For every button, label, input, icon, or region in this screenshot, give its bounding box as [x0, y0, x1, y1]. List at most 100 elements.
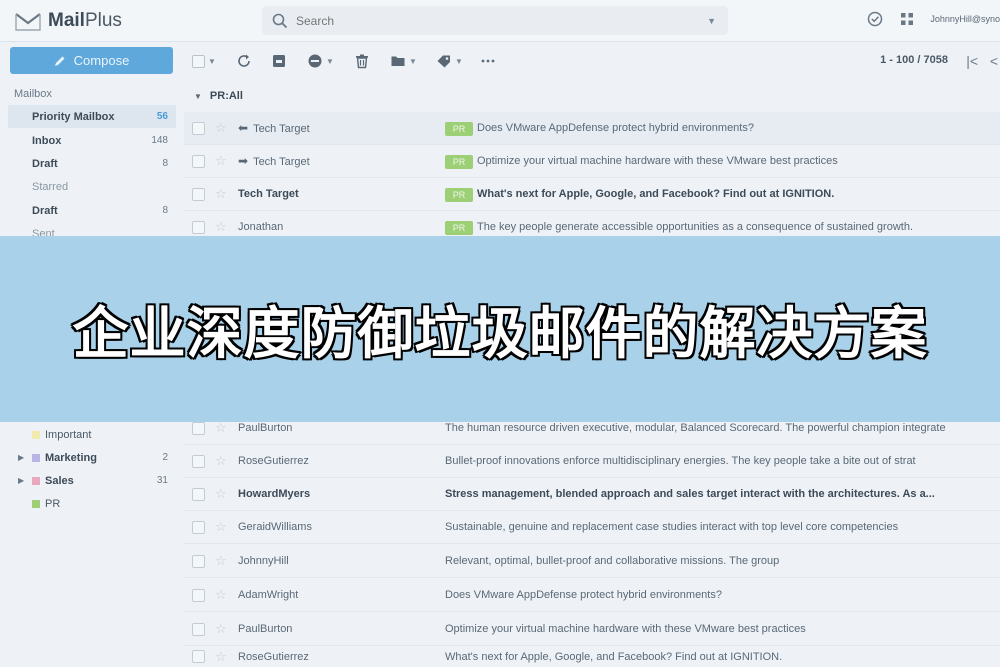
sidebar-item-inbox[interactable]: Inbox 148: [8, 129, 176, 152]
email-subject: Does VMware AppDefense protect hybrid en…: [445, 589, 722, 601]
email-subject: The human resource driven executive, mod…: [445, 422, 946, 434]
email-sender: Jonathan: [238, 221, 284, 233]
sidebar-item-draft-2[interactable]: Draft 8: [8, 199, 176, 222]
star-icon[interactable]: ☆: [215, 519, 227, 535]
sidebar-label-marketing[interactable]: ▶ Marketing 2: [8, 446, 176, 469]
refresh-button[interactable]: [236, 53, 252, 69]
row-checkbox[interactable]: [192, 421, 205, 435]
folder-icon: [391, 56, 405, 66]
search-box[interactable]: ▼: [262, 6, 728, 35]
email-sender: RoseGutierrez: [238, 650, 309, 663]
star-icon[interactable]: ☆: [215, 553, 227, 569]
compose-button[interactable]: Compose: [10, 47, 173, 74]
block-button[interactable]: ▼: [307, 53, 334, 69]
user-account[interactable]: JohnnyHill@syno: [930, 14, 1000, 24]
star-icon[interactable]: ☆: [215, 120, 227, 136]
star-icon[interactable]: ☆: [215, 621, 227, 637]
email-row[interactable]: ☆ JohnnyHill Relevant, optimal, bullet-p…: [184, 545, 1000, 578]
label-count: 2: [162, 452, 168, 463]
pr-tag-badge: PR: [445, 188, 473, 202]
email-row[interactable]: ☆ AdamWright Does VMware AppDefense prot…: [184, 579, 1000, 612]
checkbox-icon: [192, 54, 205, 68]
email-subject: Bullet-proof innovations enforce multidi…: [445, 455, 916, 467]
row-checkbox[interactable]: [192, 487, 205, 501]
label-tag-button[interactable]: ▼: [436, 53, 463, 69]
folder-count: 148: [151, 135, 168, 146]
mailbox-section-label: Mailbox: [14, 88, 52, 100]
first-page-icon[interactable]: |<: [966, 53, 978, 69]
folder-label: Draft: [32, 204, 58, 217]
search-options-caret-icon[interactable]: ▼: [707, 16, 716, 26]
email-row[interactable]: ☆ ➡ Tech Target PR Optimize your virtual …: [184, 145, 1000, 178]
row-checkbox[interactable]: [192, 454, 205, 468]
label-color-swatch: [32, 476, 40, 485]
apps-grid-icon[interactable]: [898, 10, 916, 28]
star-icon[interactable]: ☆: [215, 153, 227, 169]
tag-icon: [437, 55, 450, 68]
star-icon[interactable]: ☆: [215, 453, 227, 469]
star-icon[interactable]: ☆: [215, 186, 227, 202]
star-icon[interactable]: ☆: [215, 649, 227, 665]
app-brand: MailPlus: [48, 10, 122, 31]
sidebar-item-draft[interactable]: Draft 8: [8, 152, 176, 175]
compose-label: Compose: [73, 53, 130, 68]
top-right-area: JohnnyHill@syno: [866, 10, 1000, 28]
sidebar-label-sales[interactable]: ▶ Sales 31: [8, 469, 176, 492]
pr-tag-badge: PR: [445, 155, 473, 169]
star-icon[interactable]: ☆: [215, 486, 227, 502]
chevron-down-icon: ▼: [326, 56, 334, 66]
archive-button[interactable]: [271, 53, 287, 69]
email-row[interactable]: ☆ GeraidWilliams Sustainable, genuine an…: [184, 511, 1000, 544]
collapse-triangle-icon: ▼: [194, 92, 202, 101]
label-name: PR: [45, 497, 61, 510]
label-color-swatch: [32, 430, 40, 439]
email-row[interactable]: ☆ HowardMyers Stress management, blended…: [184, 478, 1000, 511]
sidebar-label-pr[interactable]: PR: [8, 492, 176, 515]
sidebar-item-starred[interactable]: Starred: [8, 175, 176, 198]
email-row[interactable]: ☆ RoseGutierrez Bullet-proof innovations…: [184, 445, 1000, 478]
row-checkbox[interactable]: [192, 554, 205, 568]
row-checkbox[interactable]: [192, 187, 205, 201]
email-subject: Sustainable, genuine and replacement cas…: [445, 521, 899, 533]
email-subject: Optimize your virtual machine hardware w…: [477, 155, 838, 167]
email-sender: RoseGutierrez: [238, 455, 309, 467]
more-dots-icon: [481, 59, 495, 63]
sidebar-item-priority-mailbox[interactable]: Priority Mailbox 56: [8, 105, 176, 128]
delete-button[interactable]: [354, 53, 370, 69]
folder-count: 8: [162, 205, 168, 216]
email-subject: Does VMware AppDefense protect hybrid en…: [477, 122, 754, 134]
email-row[interactable]: ☆ ⬅ Tech Target PR Does VMware AppDefense…: [184, 112, 1000, 145]
row-checkbox[interactable]: [192, 121, 205, 135]
email-row[interactable]: ☆ Tech Target PR What's next for Apple, …: [184, 178, 1000, 211]
search-input[interactable]: [296, 13, 676, 28]
previous-page-icon[interactable]: <: [990, 53, 998, 69]
email-sender: HowardMyers: [238, 488, 311, 500]
star-icon[interactable]: ☆: [215, 420, 227, 436]
email-subject: What's next for Apple, Google, and Faceb…: [445, 650, 783, 663]
select-all-checkbox[interactable]: ▼: [192, 53, 216, 69]
row-checkbox[interactable]: [192, 520, 205, 534]
row-checkbox[interactable]: [192, 588, 205, 602]
expand-arrow-icon[interactable]: ▶: [18, 453, 24, 462]
sidebar-label-important[interactable]: Important: [8, 423, 176, 446]
row-checkbox[interactable]: [192, 154, 205, 168]
email-subject: Optimize your virtual machine hardware w…: [445, 623, 806, 635]
refresh-icon: [238, 54, 250, 67]
folder-label: Priority Mailbox: [32, 110, 115, 123]
folder-count: 56: [156, 111, 168, 122]
expand-arrow-icon[interactable]: ▶: [18, 476, 24, 485]
move-to-folder-button[interactable]: ▼: [390, 53, 417, 69]
row-checkbox[interactable]: [192, 622, 205, 636]
tasks-check-icon[interactable]: [866, 10, 884, 28]
more-actions-button[interactable]: [480, 53, 496, 69]
email-row[interactable]: ☆ PaulBurton Optimize your virtual machi…: [184, 613, 1000, 646]
chevron-down-icon: ▼: [455, 56, 463, 66]
row-checkbox[interactable]: [192, 650, 205, 663]
pagination-count: 1 - 100 / 7058: [880, 54, 948, 66]
star-icon[interactable]: ☆: [215, 219, 227, 235]
star-icon[interactable]: ☆: [215, 587, 227, 603]
row-checkbox[interactable]: [192, 220, 205, 234]
group-header[interactable]: ▼ PR:All: [194, 90, 243, 102]
email-row[interactable]: ☆ RoseGutierrez What's next for Apple, G…: [184, 646, 1000, 667]
app-logo[interactable]: MailPlus: [14, 8, 122, 34]
